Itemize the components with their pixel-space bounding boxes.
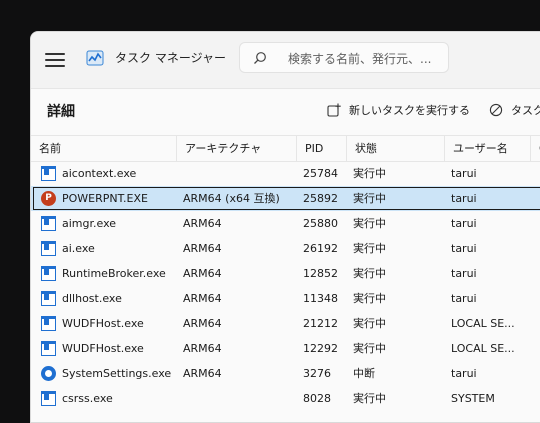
table-row[interactable]: csrss.exe 8028 実行中 SYSTEM: [31, 386, 540, 411]
app-title: タスク マネージャー: [115, 51, 226, 65]
cell-status: 実行中: [353, 217, 386, 230]
cell-status: 中断: [353, 367, 375, 380]
cell-status: 実行中: [353, 267, 386, 280]
cell-pid: 25892: [303, 192, 338, 205]
cell-name: WUDFHost.exe: [62, 317, 144, 330]
cell-name: POWERPNT.EXE: [62, 192, 148, 205]
cell-architecture: ARM64 (x64 互換): [183, 192, 280, 205]
new-task-icon: [327, 103, 341, 117]
details-page: 詳細 新しいタスクを実行する タスク 名前 アーキテクチャ PID 状態 ユーザ: [31, 88, 540, 422]
cell-pid: 8028: [303, 392, 331, 405]
table-row[interactable]: SystemSettings.exe ARM64 3276 中断 tarui: [31, 361, 540, 386]
cell-architecture: ARM64: [183, 317, 222, 330]
end-task-label: タスク: [511, 104, 540, 117]
cell-name: aicontext.exe: [62, 167, 137, 180]
cell-architecture: ARM64: [183, 342, 222, 355]
exe-icon: [41, 341, 56, 356]
column-header-cpu[interactable]: C: [531, 136, 540, 161]
cell-username: LOCAL SE...: [451, 317, 515, 330]
cell-architecture: ARM64: [183, 292, 222, 305]
table-row[interactable]: RuntimeBroker.exe ARM64 12852 実行中 tarui: [31, 261, 540, 286]
table-row[interactable]: aimgr.exe ARM64 25880 実行中 tarui: [31, 211, 540, 236]
cell-pid: 3276: [303, 367, 331, 380]
cell-status: 実行中: [353, 392, 386, 405]
run-new-task-label: 新しいタスクを実行する: [349, 104, 470, 117]
cell-status: 実行中: [353, 242, 386, 255]
cell-name: SystemSettings.exe: [62, 367, 172, 380]
cell-pid: 26192: [303, 242, 338, 255]
cell-username: tarui: [451, 367, 477, 380]
title-bar: タスク マネージャー: [31, 32, 540, 88]
column-header-status[interactable]: 状態: [347, 136, 445, 161]
search-input[interactable]: [286, 49, 448, 69]
cell-pid: 25784: [303, 167, 338, 180]
exe-icon: [41, 291, 56, 306]
table-header: 名前 アーキテクチャ PID 状態 ユーザー名 C: [31, 135, 540, 162]
cell-architecture: ARM64: [183, 217, 222, 230]
run-new-task-button[interactable]: 新しいタスクを実行する: [327, 99, 470, 121]
cell-pid: 21212: [303, 317, 338, 330]
cell-username: SYSTEM: [451, 392, 495, 405]
table-row[interactable]: WUDFHost.exe ARM64 21212 実行中 LOCAL SE...: [31, 311, 540, 336]
search-box[interactable]: [239, 42, 449, 73]
table-row[interactable]: WUDFHost.exe ARM64 12292 実行中 LOCAL SE...: [31, 336, 540, 361]
cell-username: tarui: [451, 217, 477, 230]
end-task-button[interactable]: タスク: [489, 99, 540, 121]
page-title: 詳細: [47, 104, 75, 120]
table-row[interactable]: ai.exe ARM64 26192 実行中 tarui: [31, 236, 540, 261]
cell-architecture: ARM64: [183, 242, 222, 255]
cell-username: tarui: [451, 292, 477, 305]
powerpoint-icon: [41, 191, 56, 206]
table-row[interactable]: POWERPNT.EXE ARM64 (x64 互換) 25892 実行中 tarui: [31, 186, 540, 211]
exe-icon: [41, 216, 56, 231]
exe-icon: [41, 391, 56, 406]
cell-name: WUDFHost.exe: [62, 342, 144, 355]
column-header-name[interactable]: 名前: [31, 136, 177, 161]
cell-name: csrss.exe: [62, 392, 113, 405]
cell-username: tarui: [451, 192, 477, 205]
exe-icon: [41, 316, 56, 331]
column-header-architecture[interactable]: アーキテクチャ: [177, 136, 297, 161]
exe-icon: [41, 166, 56, 181]
cell-pid: 12292: [303, 342, 338, 355]
table-row[interactable]: aicontext.exe 25784 実行中 tarui: [31, 161, 540, 186]
cell-status: 実行中: [353, 167, 386, 180]
cell-name: ai.exe: [62, 242, 95, 255]
menu-hamburger-icon[interactable]: [45, 50, 65, 67]
cell-architecture: ARM64: [183, 367, 222, 380]
cell-username: tarui: [451, 267, 477, 280]
cell-username: tarui: [451, 242, 477, 255]
exe-icon: [41, 241, 56, 256]
cell-status: 実行中: [353, 192, 386, 205]
cell-status: 実行中: [353, 342, 386, 355]
cell-architecture: ARM64: [183, 267, 222, 280]
cell-status: 実行中: [353, 317, 386, 330]
end-task-icon: [489, 103, 503, 117]
search-icon: [254, 52, 266, 64]
task-manager-window: タスク マネージャー 詳細 新しいタスクを実行する タスク: [30, 31, 540, 423]
exe-icon: [41, 266, 56, 281]
cell-username: LOCAL SE...: [451, 342, 515, 355]
column-header-username[interactable]: ユーザー名: [445, 136, 531, 161]
cell-username: tarui: [451, 167, 477, 180]
cell-name: dllhost.exe: [62, 292, 122, 305]
cell-status: 実行中: [353, 292, 386, 305]
cell-name: RuntimeBroker.exe: [62, 267, 166, 280]
settings-gear-icon: [41, 366, 56, 381]
task-manager-app-icon: [86, 50, 104, 66]
cell-pid: 25880: [303, 217, 338, 230]
table-row[interactable]: dllhost.exe ARM64 11348 実行中 tarui: [31, 286, 540, 311]
cell-name: aimgr.exe: [62, 217, 117, 230]
column-header-pid[interactable]: PID: [297, 136, 347, 161]
cell-pid: 12852: [303, 267, 338, 280]
cell-pid: 11348: [303, 292, 338, 305]
